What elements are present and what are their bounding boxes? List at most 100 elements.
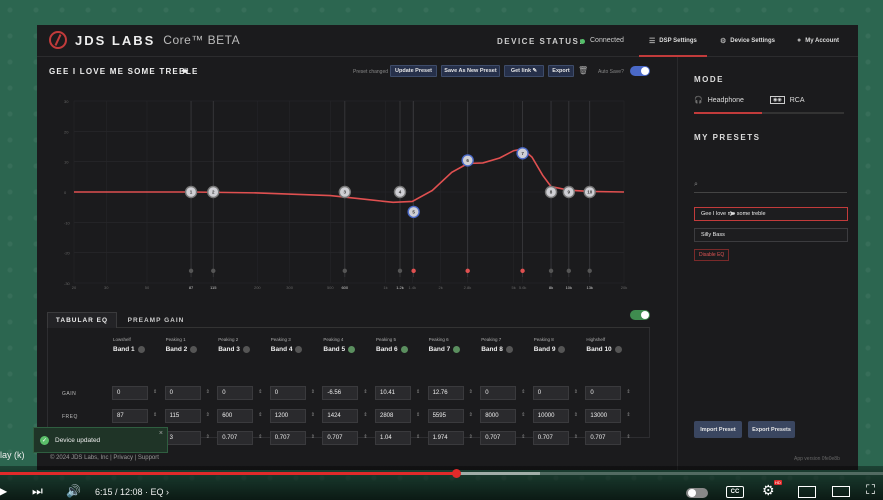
- stepper-icon[interactable]: ⇕: [258, 389, 262, 395]
- band-type-icon[interactable]: [137, 346, 145, 353]
- stepper-icon[interactable]: ⇕: [311, 389, 315, 395]
- export-presets-button[interactable]: Export Presets: [748, 421, 795, 438]
- mode-headphone[interactable]: 🎧 Headphone: [694, 96, 744, 105]
- band-gain-input[interactable]: 10.41: [375, 386, 411, 400]
- next-icon[interactable]: ⏭: [32, 484, 43, 499]
- band-freq-input[interactable]: 1200: [269, 409, 306, 423]
- fullscreen-icon[interactable]: ⛶: [866, 482, 875, 498]
- stepper-icon[interactable]: ⇕: [521, 412, 525, 418]
- stepper-icon[interactable]: ⇕: [574, 412, 578, 418]
- favorite-star-icon[interactable]: ★: [181, 66, 189, 77]
- tab-device-settings[interactable]: ⚙ Device Settings: [720, 37, 775, 45]
- stepper-icon[interactable]: ⇕: [153, 389, 157, 395]
- logo[interactable]: JDS LABS Core™ BETA: [49, 31, 240, 49]
- band-gain-input[interactable]: 0: [217, 386, 254, 400]
- time-display[interactable]: 6:15 / 12:08 · EQ ›: [95, 487, 169, 497]
- stepper-icon[interactable]: ⇕: [521, 389, 525, 395]
- band-q-input[interactable]: 1.974: [427, 431, 464, 445]
- band-type-icon[interactable]: [348, 346, 356, 353]
- close-icon[interactable]: ×: [159, 430, 163, 437]
- band-freq-input[interactable]: 115: [164, 409, 201, 423]
- preset-search-input[interactable]: ⌕: [694, 181, 847, 193]
- progress-bar[interactable]: [0, 469, 883, 478]
- stepper-icon[interactable]: ⇕: [258, 434, 262, 440]
- band-freq-input[interactable]: 10000: [532, 409, 569, 423]
- stepper-icon[interactable]: ⇕: [626, 434, 630, 440]
- tab-tabular-eq[interactable]: TABULAR EQ: [47, 312, 117, 328]
- band-q-input[interactable]: 0.707: [269, 431, 306, 445]
- band-gain-input[interactable]: 0: [112, 386, 148, 400]
- stepper-icon[interactable]: ⇕: [416, 412, 420, 418]
- band-type-icon[interactable]: [400, 346, 408, 353]
- band-q-input[interactable]: 0.707: [585, 431, 622, 445]
- band-freq-input[interactable]: 5595: [427, 409, 464, 423]
- band-type-icon[interactable]: [505, 346, 513, 353]
- stepper-icon[interactable]: ⇕: [206, 412, 210, 418]
- disable-eq-button[interactable]: Disable EQ: [694, 249, 730, 261]
- stepper-icon[interactable]: ⇕: [153, 412, 157, 418]
- band-type-icon[interactable]: [453, 346, 461, 353]
- settings-gear-icon[interactable]: ⚙: [762, 482, 775, 499]
- stepper-icon[interactable]: ⇕: [521, 434, 525, 440]
- footer-links[interactable]: © 2024 JDS Labs, Inc | Privacy | Support: [50, 455, 159, 461]
- band-gain-input[interactable]: 0: [480, 386, 517, 400]
- stepper-icon[interactable]: ⇕: [574, 434, 578, 440]
- stepper-icon[interactable]: ⇕: [626, 412, 630, 418]
- band-freq-input[interactable]: 87: [112, 409, 148, 423]
- stepper-icon[interactable]: ⇕: [469, 434, 473, 440]
- trash-icon[interactable]: 🗑: [578, 66, 588, 75]
- import-preset-button[interactable]: Import Preset: [694, 421, 742, 438]
- tab-dsp-settings[interactable]: ☰ DSP Settings: [639, 37, 707, 57]
- band-gain-input[interactable]: -6.56: [322, 386, 359, 400]
- band-type-icon[interactable]: [558, 346, 566, 353]
- band-freq-input[interactable]: 13000: [585, 409, 622, 423]
- band-gain-input[interactable]: 0: [269, 386, 306, 400]
- stepper-icon[interactable]: ⇕: [206, 389, 210, 395]
- stepper-icon[interactable]: ⇕: [416, 389, 420, 395]
- band-gain-input[interactable]: 12.76: [427, 386, 464, 400]
- export-button[interactable]: Export: [548, 65, 574, 77]
- play-icon[interactable]: ▶: [0, 484, 7, 498]
- band-freq-input[interactable]: 1424: [322, 409, 359, 423]
- stepper-icon[interactable]: ⇕: [258, 412, 262, 418]
- mode-rca[interactable]: ◉◉ RCA: [770, 96, 805, 104]
- eq-chart[interactable]: 30 20 10 0 -10 -20 -30 20 30 50 87 115 200 300 500 600…: [62, 97, 632, 297]
- band-freq-input[interactable]: 2808: [375, 409, 411, 423]
- volume-icon[interactable]: 🔊: [66, 484, 81, 498]
- band-q-input[interactable]: 1.04: [375, 431, 411, 445]
- preset-item[interactable]: Silly Bass: [694, 228, 848, 242]
- get-link-button[interactable]: Get link ✎: [504, 65, 544, 77]
- tab-preamp-gain[interactable]: PREAMP GAIN: [119, 312, 193, 328]
- captions-button[interactable]: CC: [726, 486, 744, 498]
- preset-item[interactable]: Gee I love me some treble: [694, 207, 848, 221]
- stepper-icon[interactable]: ⇕: [363, 389, 367, 395]
- band-nodes[interactable]: 1 2 3 45678 9 10: [184, 147, 596, 219]
- stepper-icon[interactable]: ⇕: [626, 389, 630, 395]
- stepper-icon[interactable]: ⇕: [311, 412, 315, 418]
- stepper-icon[interactable]: ⇕: [574, 389, 578, 395]
- band-q-input[interactable]: 0.707: [217, 431, 254, 445]
- theater-mode-icon[interactable]: [832, 486, 850, 497]
- band-gain-input[interactable]: 0: [585, 386, 622, 400]
- tab-my-account[interactable]: ● My Account: [797, 37, 839, 44]
- band-q-input[interactable]: 0.707: [322, 431, 359, 445]
- miniplayer-icon[interactable]: [798, 486, 816, 498]
- save-as-new-preset-button[interactable]: Save As New Preset: [441, 65, 500, 77]
- band-q-input[interactable]: 0.707: [532, 431, 569, 445]
- stepper-icon[interactable]: ⇕: [363, 434, 367, 440]
- band-gain-input[interactable]: 0: [532, 386, 569, 400]
- eq-enable-toggle[interactable]: [630, 310, 650, 320]
- stepper-icon[interactable]: ⇕: [363, 412, 367, 418]
- band-type-icon[interactable]: [190, 346, 198, 353]
- band-q-input[interactable]: 0.707: [480, 431, 517, 445]
- band-type-icon[interactable]: [242, 346, 250, 353]
- band-freq-input[interactable]: 600: [217, 409, 254, 423]
- stepper-icon[interactable]: ⇕: [311, 434, 315, 440]
- stepper-icon[interactable]: ⇕: [469, 412, 473, 418]
- stepper-icon[interactable]: ⇕: [469, 389, 473, 395]
- autoplay-toggle[interactable]: [686, 488, 708, 498]
- band-q-input[interactable]: 3: [164, 431, 201, 445]
- band-gain-input[interactable]: 0: [164, 386, 201, 400]
- band-type-icon[interactable]: [614, 346, 622, 353]
- stepper-icon[interactable]: ⇕: [416, 434, 420, 440]
